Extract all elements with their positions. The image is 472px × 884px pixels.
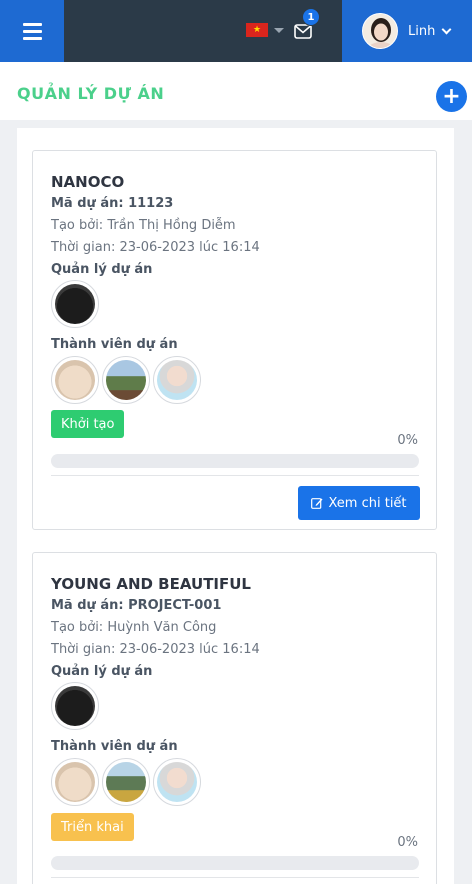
edit-icon bbox=[311, 498, 323, 509]
divider bbox=[51, 475, 419, 476]
project-name: YOUNG AND BEAUTIFUL bbox=[51, 575, 251, 593]
avatar[interactable] bbox=[153, 758, 201, 806]
add-project-button[interactable]: + bbox=[436, 81, 467, 112]
manager-heading: Quản lý dự án bbox=[51, 664, 153, 679]
manager-heading: Quản lý dự án bbox=[51, 262, 153, 277]
view-detail-button[interactable]: Xem chi tiết bbox=[298, 486, 420, 520]
status-badge: Khởi tạo bbox=[51, 410, 125, 438]
view-detail-label: Xem chi tiết bbox=[328, 495, 407, 511]
menu-bar-line bbox=[22, 36, 42, 40]
language-caret-icon[interactable] bbox=[274, 28, 284, 33]
mail-icon[interactable] bbox=[294, 24, 312, 39]
members-heading: Thành viên dự án bbox=[51, 739, 178, 754]
user-menu[interactable]: Linh bbox=[342, 0, 472, 62]
divider bbox=[51, 877, 419, 878]
chevron-down-icon bbox=[441, 24, 452, 34]
project-code: Mã dự án: 11123 bbox=[51, 196, 174, 211]
progress-bar bbox=[51, 454, 419, 468]
project-card: NANOCO Mã dự án: 11123 Tạo bởi: Trần Thị… bbox=[32, 150, 437, 530]
avatar[interactable] bbox=[51, 682, 99, 730]
project-code: Mã dự án: PROJECT-001 bbox=[51, 598, 222, 613]
project-creator: Tạo bởi: Trần Thị Hồng Diễm bbox=[51, 218, 236, 233]
avatar[interactable] bbox=[51, 356, 99, 404]
project-card: YOUNG AND BEAUTIFUL Mã dự án: PROJECT-00… bbox=[32, 552, 437, 884]
progress-bar bbox=[51, 856, 419, 870]
plus-icon: + bbox=[442, 83, 461, 109]
vietnam-flag-icon[interactable]: ★ bbox=[246, 23, 268, 37]
avatar[interactable] bbox=[51, 758, 99, 806]
progress-percent: 0% bbox=[397, 433, 418, 448]
avatar[interactable] bbox=[102, 758, 150, 806]
project-time: Thời gian: 23-06-2023 lúc 16:14 bbox=[51, 642, 260, 657]
user-name: Linh bbox=[408, 23, 436, 39]
notification-badge: 1 bbox=[302, 8, 320, 26]
progress-percent: 0% bbox=[397, 835, 418, 850]
project-time: Thời gian: 23-06-2023 lúc 16:14 bbox=[51, 240, 260, 255]
status-badge: Triển khai bbox=[51, 813, 134, 841]
members-heading: Thành viên dự án bbox=[51, 337, 178, 352]
avatar[interactable] bbox=[51, 280, 99, 328]
avatar bbox=[362, 13, 398, 49]
hamburger-menu-button[interactable] bbox=[0, 0, 64, 62]
avatar[interactable] bbox=[102, 356, 150, 404]
project-name: NANOCO bbox=[51, 173, 125, 191]
menu-bar-line bbox=[22, 22, 42, 26]
page-title: QUẢN LÝ DỰ ÁN bbox=[17, 84, 165, 103]
project-creator: Tạo bởi: Huỳnh Văn Công bbox=[51, 620, 217, 635]
avatar[interactable] bbox=[153, 356, 201, 404]
flag-star-icon: ★ bbox=[252, 25, 262, 35]
menu-bar-line bbox=[22, 29, 42, 33]
